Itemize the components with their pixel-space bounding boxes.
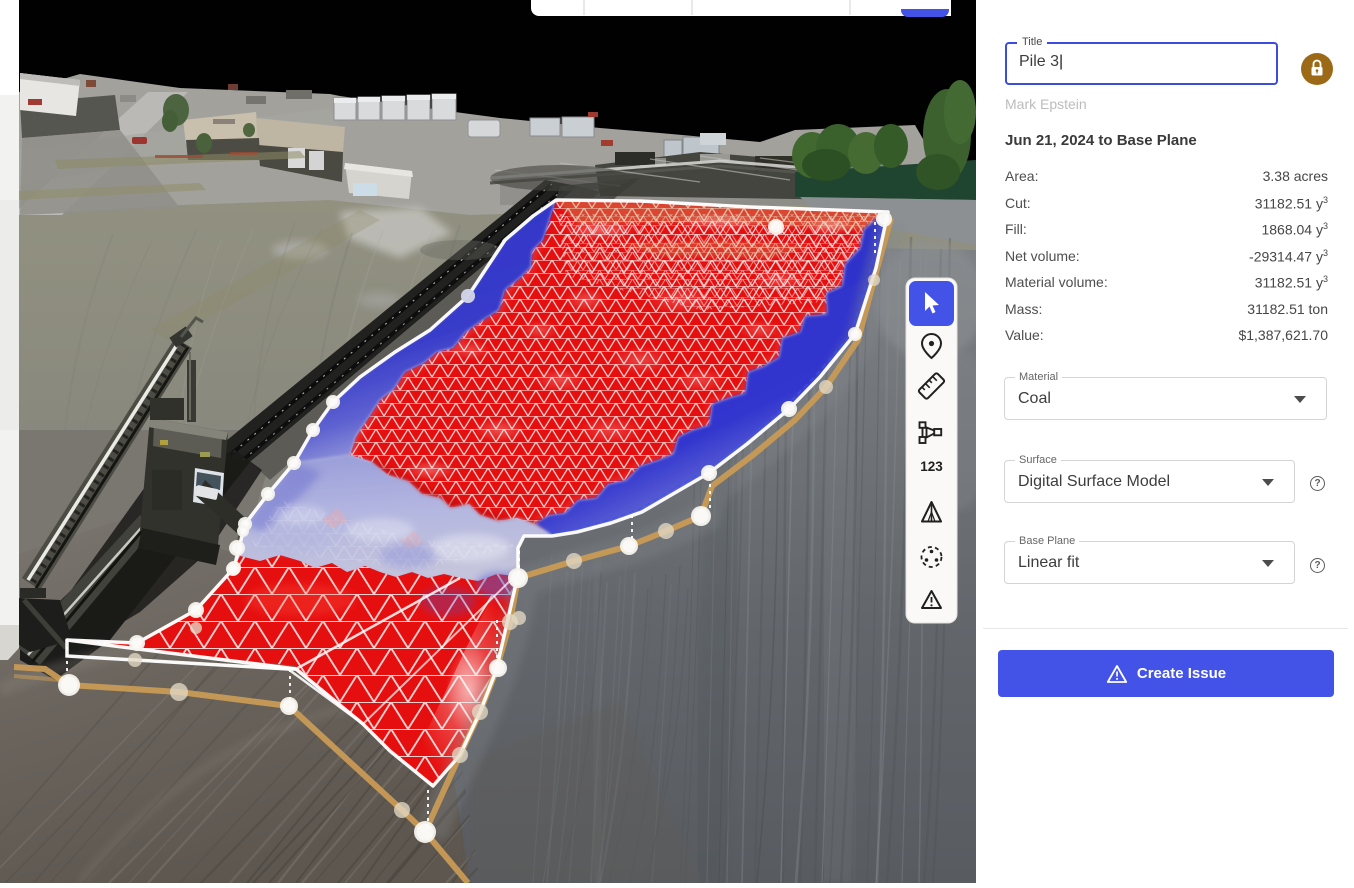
svg-text:123: 123 <box>920 459 943 474</box>
